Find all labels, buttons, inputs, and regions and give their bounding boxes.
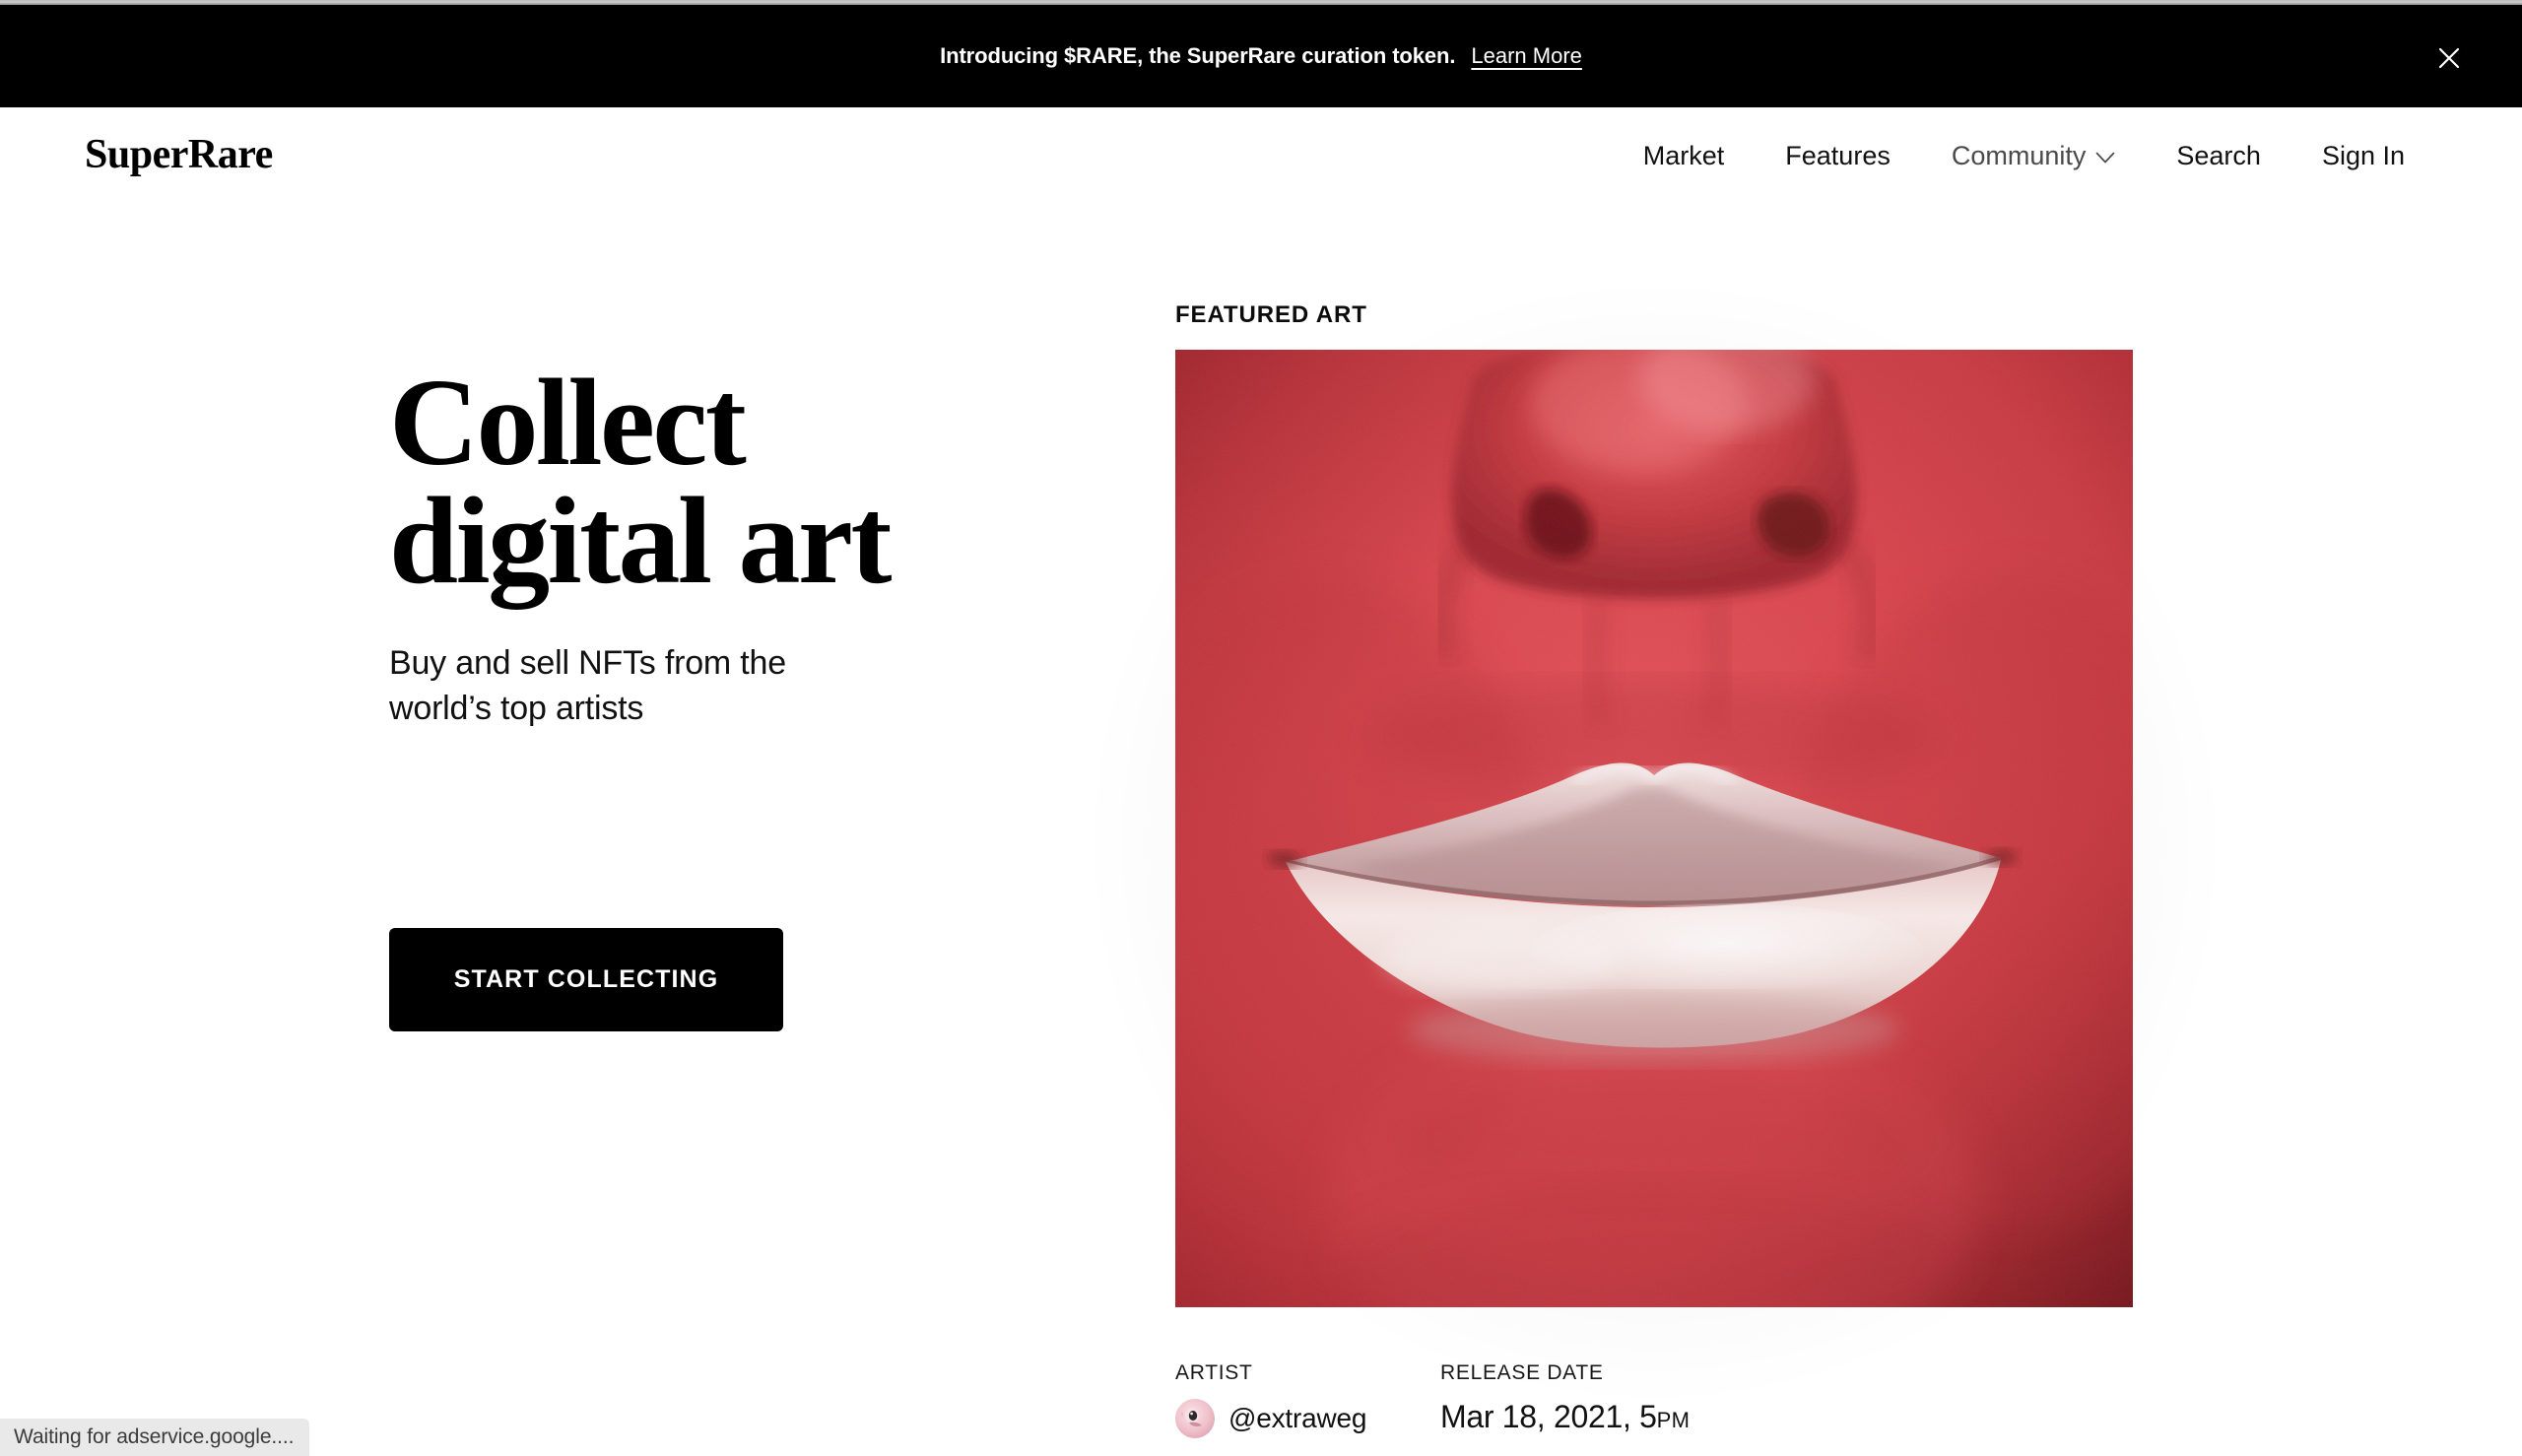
page-title: Collect digital art — [389, 355, 1079, 610]
page-root: Introducing $RARE, the SuperRare curatio… — [0, 0, 2522, 1456]
artist-link[interactable]: @extraweg — [1175, 1399, 1440, 1438]
release-date-block: RELEASE DATE Mar 18, 2021, 5PM — [1440, 1361, 1690, 1435]
featured-art-section: FEATURED ART — [1175, 301, 2136, 1307]
hero-copy: Collect digital art Buy and sell NFTs fr… — [389, 355, 1079, 731]
nav-item-sign-in[interactable]: Sign In — [2291, 143, 2435, 169]
page-title-line-2: digital art — [389, 472, 892, 610]
announcement-text: Introducing $RARE, the SuperRare curatio… — [940, 43, 1456, 68]
release-date-ampm: PM — [1656, 1408, 1691, 1432]
artist-block: ARTIST @extraweg — [1175, 1361, 1440, 1438]
nav-item-label: Search — [2176, 141, 2261, 170]
featured-artwork[interactable] — [1175, 350, 2133, 1307]
learn-more-link[interactable]: Learn More — [1471, 43, 1582, 69]
artist-handle: @extraweg — [1228, 1403, 1367, 1433]
announcement-banner: Introducing $RARE, the SuperRare curatio… — [0, 5, 2522, 107]
page-title-line-1: Collect — [389, 355, 747, 492]
hero-subtitle-line-1: Buy and sell NFTs from the — [389, 644, 786, 683]
nav-item-features[interactable]: Features — [1755, 143, 1921, 169]
artwork-meta: ARTIST @extraweg RELEASE DATE Mar 18, 20… — [1175, 1361, 1690, 1438]
featured-art-label: FEATURED ART — [1175, 301, 1367, 328]
release-date-label: RELEASE DATE — [1440, 1361, 1604, 1384]
avatar — [1175, 1399, 1215, 1438]
hero-subtitle: Buy and sell NFTs from the world’s top a… — [389, 641, 901, 730]
nav-item-label: Sign In — [2321, 141, 2405, 170]
main-navigation: Market Features Community Search Sign In — [1613, 143, 2435, 169]
artwork-image — [1175, 350, 2133, 1307]
nav-item-market[interactable]: Market — [1613, 143, 1756, 169]
start-collecting-button[interactable]: START COLLECTING — [389, 928, 783, 1031]
nav-item-label: Market — [1642, 141, 1725, 170]
superrare-logo[interactable]: SuperRare — [85, 131, 273, 178]
nav-item-label: Community — [1951, 141, 2087, 170]
nav-item-search[interactable]: Search — [2146, 143, 2291, 169]
close-banner-button[interactable] — [2429, 38, 2469, 78]
nav-item-label: Features — [1785, 141, 1891, 170]
browser-status-bar: Waiting for adservice.google.... — [0, 1419, 310, 1456]
close-icon — [2438, 47, 2460, 69]
chevron-down-icon — [2095, 143, 2115, 169]
release-date-value: Mar 18, 2021, 5PM — [1440, 1399, 1690, 1435]
announcement-banner-content: Introducing $RARE, the SuperRare curatio… — [940, 43, 1582, 69]
site-header: SuperRare Market Features Community Sear… — [0, 107, 2522, 219]
nav-item-community[interactable]: Community — [1921, 143, 2147, 169]
release-date-text: Mar 18, 2021, 5 — [1440, 1399, 1657, 1434]
artist-label: ARTIST — [1175, 1361, 1253, 1384]
hero-subtitle-line-2: world’s top artists — [389, 689, 644, 727]
